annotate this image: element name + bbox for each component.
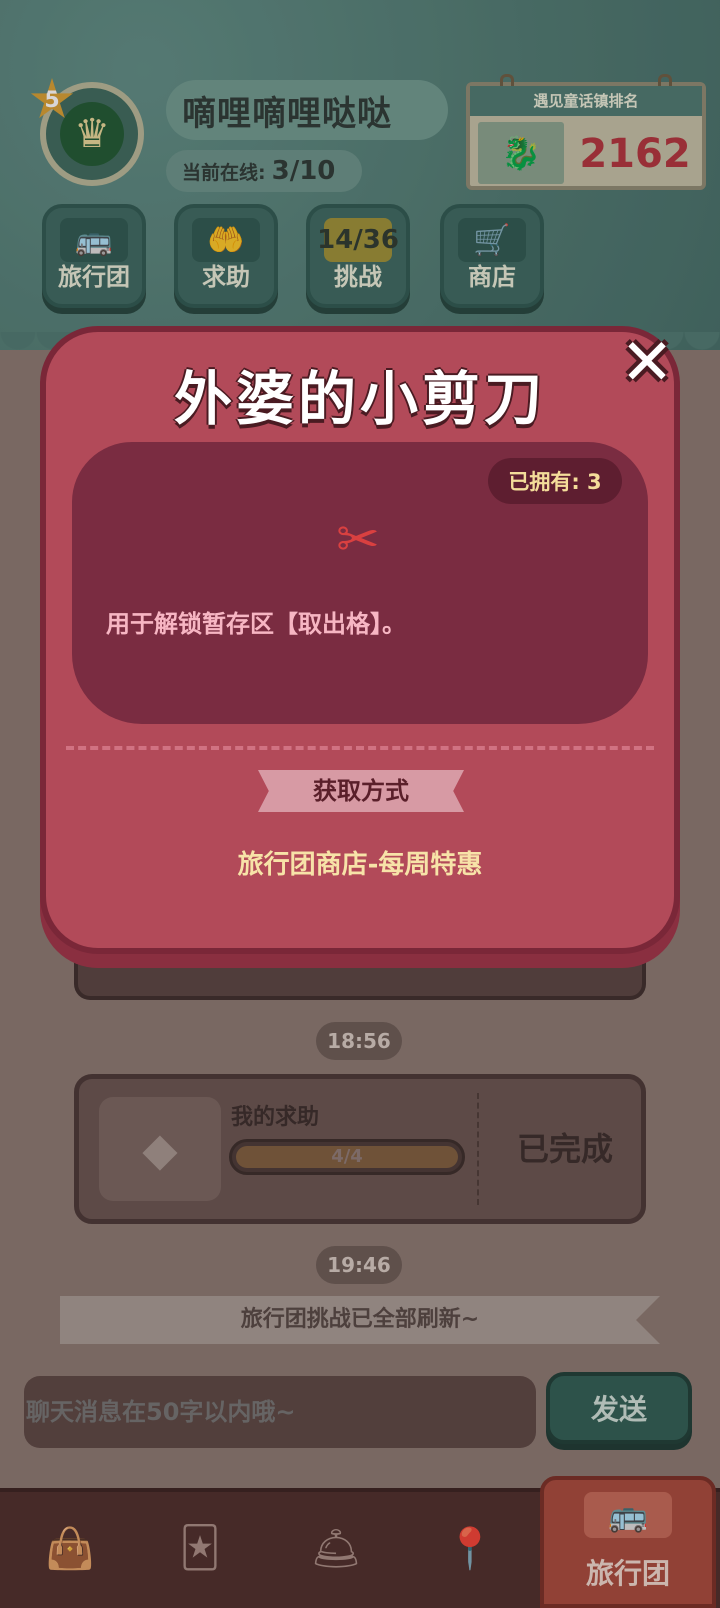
- close-icon[interactable]: ✕: [614, 326, 680, 400]
- how-to-get-value: 旅行团商店-每周特惠: [237, 850, 483, 880]
- how-to-get-label: 获取方式: [276, 770, 446, 812]
- item-description: 用于解锁暂存区【取出格】。: [106, 610, 406, 638]
- owned-count: 已拥有: 3: [488, 458, 622, 504]
- modal-title: 外婆的小剪刀: [173, 365, 546, 433]
- item-detail-modal: 外婆的小剪刀 已拥有: 3 ✂ 用于解锁暂存区【取出格】。 获取方式 旅行团商店…: [40, 326, 680, 954]
- divider: [66, 746, 654, 750]
- item-info-box: 已拥有: 3 ✂ 用于解锁暂存区【取出格】。: [72, 442, 648, 724]
- scissors-icon: ✂: [336, 510, 380, 570]
